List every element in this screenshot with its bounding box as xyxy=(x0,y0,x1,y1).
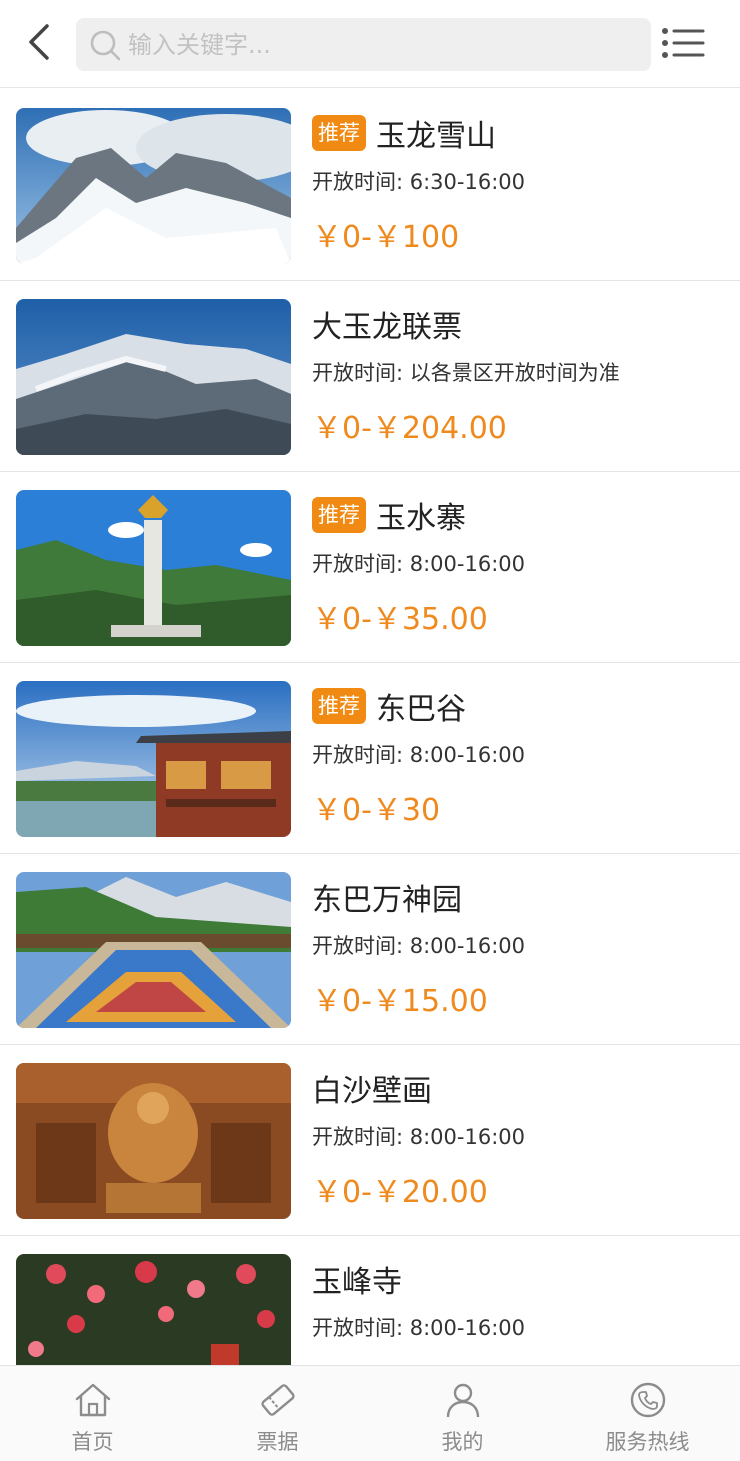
attraction-title: 东巴万神园 xyxy=(312,883,462,918)
attraction-title: 玉水寨 xyxy=(376,501,466,536)
top-bar xyxy=(0,0,740,88)
list-item[interactable]: 玉峰寺 开放时间: 8:00-16:00 xyxy=(0,1236,740,1365)
attraction-image xyxy=(16,872,291,1028)
attraction-info: 推荐 玉水寨 开放时间: 8:00-16:00 ￥0-￥35.00 xyxy=(312,494,730,638)
attraction-image xyxy=(16,490,291,646)
list-menu-button[interactable] xyxy=(660,22,706,64)
title-row: 推荐 东巴谷 xyxy=(312,685,730,727)
opening-hours: 开放时间: 8:00-16:00 xyxy=(312,934,526,958)
attraction-info: 东巴万神园 开放时间: 8:00-16:00 ￥0-￥15.00 xyxy=(312,876,730,1020)
user-icon xyxy=(443,1380,483,1420)
chevron-left-icon xyxy=(29,24,49,60)
attraction-info: 大玉龙联票 开放时间: 以各景区开放时间为准 ￥0-￥204.00 xyxy=(312,303,730,447)
tab-mine[interactable]: 我的 xyxy=(370,1366,555,1461)
title-row: 玉峰寺 xyxy=(312,1258,730,1300)
opening-hours: 开放时间: 8:00-16:00 xyxy=(312,1125,526,1149)
attraction-title: 玉龙雪山 xyxy=(376,119,496,154)
tab-tickets[interactable]: 票据 xyxy=(185,1366,370,1461)
home-icon xyxy=(73,1380,113,1420)
opening-hours: 开放时间: 8:00-16:00 xyxy=(312,743,526,767)
price-range: ￥0-￥15.00 xyxy=(312,984,488,1019)
phone-icon xyxy=(628,1380,668,1420)
attraction-list: 推荐 玉龙雪山 开放时间: 6:30-16:00 ￥0-￥100 大玉龙联票 开… xyxy=(0,90,740,1365)
attraction-info: 玉峰寺 开放时间: 8:00-16:00 xyxy=(312,1258,730,1342)
bottom-tab-bar: 首页 票据 我的 服务热线 xyxy=(0,1365,740,1461)
attraction-info: 推荐 玉龙雪山 开放时间: 6:30-16:00 ￥0-￥100 xyxy=(312,112,730,256)
tab-home[interactable]: 首页 xyxy=(0,1366,185,1461)
recommend-badge: 推荐 xyxy=(312,115,366,151)
attraction-image xyxy=(16,681,291,837)
tab-label: 服务热线 xyxy=(605,1430,690,1454)
title-row: 推荐 玉水寨 xyxy=(312,494,730,536)
attraction-info: 推荐 东巴谷 开放时间: 8:00-16:00 ￥0-￥30 xyxy=(312,685,730,829)
opening-hours: 开放时间: 以各景区开放时间为准 xyxy=(312,361,620,385)
title-row: 推荐 玉龙雪山 xyxy=(312,112,730,154)
list-item[interactable]: 大玉龙联票 开放时间: 以各景区开放时间为准 ￥0-￥204.00 xyxy=(0,281,740,472)
back-button[interactable] xyxy=(18,20,58,64)
attraction-image xyxy=(16,1063,291,1219)
search-bar[interactable] xyxy=(76,18,651,71)
price-range: ￥0-￥35.00 xyxy=(312,602,488,637)
tab-label: 首页 xyxy=(71,1430,114,1454)
price-range: ￥0-￥20.00 xyxy=(312,1175,488,1210)
attraction-title: 东巴谷 xyxy=(376,692,466,727)
attraction-info: 白沙壁画 开放时间: 8:00-16:00 ￥0-￥20.00 xyxy=(312,1067,730,1211)
title-row: 白沙壁画 xyxy=(312,1067,730,1109)
tab-label: 我的 xyxy=(441,1430,484,1454)
opening-hours: 开放时间: 8:00-16:00 xyxy=(312,1316,526,1340)
list-menu-icon xyxy=(662,28,705,58)
list-item[interactable]: 推荐 东巴谷 开放时间: 8:00-16:00 ￥0-￥30 xyxy=(0,663,740,854)
attraction-title: 白沙壁画 xyxy=(312,1074,432,1109)
price-range: ￥0-￥204.00 xyxy=(312,411,507,446)
attraction-image xyxy=(16,1254,291,1365)
list-item[interactable]: 东巴万神园 开放时间: 8:00-16:00 ￥0-￥15.00 xyxy=(0,854,740,1045)
tab-service-hotline[interactable]: 服务热线 xyxy=(555,1366,740,1461)
tab-label: 票据 xyxy=(256,1430,299,1454)
list-item[interactable]: 推荐 玉龙雪山 开放时间: 6:30-16:00 ￥0-￥100 xyxy=(0,90,740,281)
title-row: 东巴万神园 xyxy=(312,876,730,918)
recommend-badge: 推荐 xyxy=(312,688,366,724)
attraction-title: 玉峰寺 xyxy=(312,1265,402,1300)
list-item[interactable]: 白沙壁画 开放时间: 8:00-16:00 ￥0-￥20.00 xyxy=(0,1045,740,1236)
list-item[interactable]: 推荐 玉水寨 开放时间: 8:00-16:00 ￥0-￥35.00 xyxy=(0,472,740,663)
price-range: ￥0-￥30 xyxy=(312,793,441,828)
attraction-image xyxy=(16,108,291,264)
recommend-badge: 推荐 xyxy=(312,497,366,533)
price-range: ￥0-￥100 xyxy=(312,220,460,255)
opening-hours: 开放时间: 8:00-16:00 xyxy=(312,552,526,576)
search-icon xyxy=(88,28,122,62)
attraction-image xyxy=(16,299,291,455)
title-row: 大玉龙联票 xyxy=(312,303,730,345)
search-input[interactable] xyxy=(128,30,608,59)
attraction-title: 大玉龙联票 xyxy=(312,310,462,345)
ticket-icon xyxy=(258,1380,298,1420)
opening-hours: 开放时间: 6:30-16:00 xyxy=(312,170,526,194)
